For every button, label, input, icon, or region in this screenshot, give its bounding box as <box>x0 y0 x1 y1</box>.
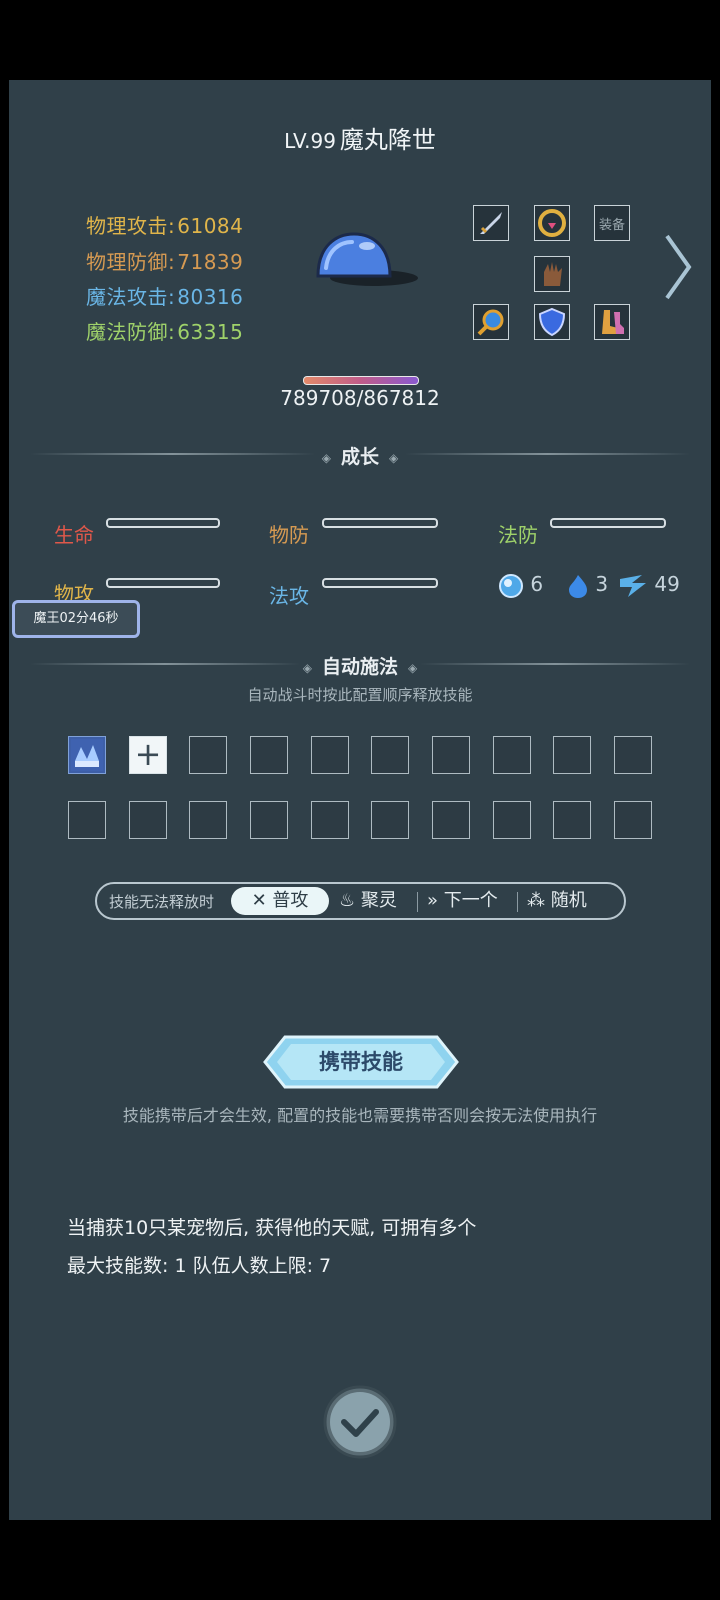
stat-magic-defense: 魔法防御: 63315 <box>86 320 244 344</box>
fallback-option-random[interactable]: ⁂ 随机 <box>527 887 597 915</box>
skill-slot-17[interactable] <box>432 801 470 839</box>
hp-bar <box>303 376 419 385</box>
skill-slot-19[interactable] <box>553 801 591 839</box>
equip-slot-3[interactable]: 装备 <box>594 205 630 241</box>
skill-slot-14[interactable] <box>250 801 288 839</box>
counter-orb: 6 <box>498 572 543 599</box>
growth-hp-bar <box>106 518 220 528</box>
skill-slot-7[interactable] <box>432 736 470 774</box>
growth-pdef-bar <box>322 518 438 528</box>
equip-slot-4[interactable] <box>534 256 570 292</box>
skill-slot-3[interactable] <box>189 736 227 774</box>
growth-mdef-bar <box>550 518 666 528</box>
pet-level: LV.99 <box>284 129 336 153</box>
auto-cast-subtitle: 自动战斗时按此配置顺序释放技能 <box>247 686 473 704</box>
confirm-button[interactable] <box>322 1384 398 1460</box>
stat-physical-defense: 物理防御: 71839 <box>86 250 244 274</box>
skill-slot-11[interactable] <box>68 801 106 839</box>
mirror-icon <box>477 309 504 336</box>
boots-icon <box>602 310 624 334</box>
pet-title: LV.99 魔丸降世 <box>0 120 720 155</box>
fallback-option-next[interactable]: » 下一个 <box>427 887 511 915</box>
flame-icon <box>569 574 587 598</box>
skill-slot-6[interactable] <box>371 736 409 774</box>
shield-icon <box>538 307 566 337</box>
growth-patk-bar <box>106 578 220 588</box>
equip-slot-6[interactable] <box>534 304 570 340</box>
equip-slot-1[interactable] <box>473 205 509 241</box>
growth-hp-label: 生命 <box>54 523 94 547</box>
orb-icon <box>499 573 523 598</box>
next-pet-arrow-icon[interactable] <box>663 232 693 302</box>
skill-slot-9[interactable] <box>553 736 591 774</box>
counter-flame: 3 <box>567 572 608 599</box>
skill-slot-10[interactable] <box>614 736 652 774</box>
equip-slot-5[interactable] <box>473 304 509 340</box>
fallback-label: 技能无法释放时 <box>109 893 215 911</box>
equip-slot-7[interactable] <box>594 304 630 340</box>
skill-slot-1[interactable] <box>68 736 106 774</box>
skill-slot-18[interactable] <box>493 801 531 839</box>
carry-skill-button[interactable]: 携带技能 <box>263 1034 459 1090</box>
growth-mdef-label: 法防 <box>498 523 538 547</box>
skill-slot-8[interactable] <box>493 736 531 774</box>
skill-slot-15[interactable] <box>311 801 349 839</box>
fallback-separator <box>517 892 518 912</box>
boss-timer-badge[interactable]: 魔王02分46秒 <box>12 600 140 638</box>
auto-cast-section-title: ◈ 自动施法 ◈ <box>302 656 418 678</box>
growth-section-title: ◈ 成长 ◈ <box>321 446 399 468</box>
equip-slot-2[interactable] <box>534 205 570 241</box>
sword-icon <box>480 212 502 234</box>
equip-slot-label: 装备 <box>598 217 625 233</box>
wing-icon <box>620 574 646 597</box>
fallback-separator <box>417 892 418 912</box>
gauntlet-icon <box>544 262 562 286</box>
carry-skill-note: 技能携带后才会生效, 配置的技能也需要携带否则会按无法使用执行 <box>122 1106 598 1125</box>
amulet-icon <box>538 209 566 237</box>
growth-matk-bar <box>322 578 438 588</box>
stat-physical-attack: 物理攻击: 61084 <box>86 214 244 238</box>
skill-slot-13[interactable] <box>189 801 227 839</box>
pet-name: 魔丸降世 <box>339 126 436 154</box>
skill-slot-5[interactable] <box>311 736 349 774</box>
fallback-option-gather[interactable]: ♨ 聚灵 <box>339 887 409 915</box>
growth-pdef-label: 物防 <box>269 523 309 547</box>
fallback-selector: 技能无法释放时 ✕ 普攻 ♨ 聚灵 » 下一个 ⁂ 随机 <box>95 882 626 920</box>
limits-info-line: 最大技能数: 1 队伍人数上限: 7 <box>67 1255 332 1277</box>
skill-slot-16[interactable] <box>371 801 409 839</box>
hp-value: 789708/867812 <box>280 386 440 410</box>
talent-info-line: 当捕获10只某宠物后, 获得他的天赋, 可拥有多个 <box>67 1217 477 1239</box>
next-icon: » <box>427 890 439 911</box>
slime-pet-portrait[interactable] <box>312 228 422 290</box>
ice-skill-icon <box>71 739 103 771</box>
stat-magic-attack: 魔法攻击: 80316 <box>86 285 244 309</box>
spirit-icon: ♨ <box>339 890 356 911</box>
fallback-option-normal-attack[interactable]: ✕ 普攻 <box>231 887 329 915</box>
crossed-swords-icon: ✕ <box>251 890 267 911</box>
add-skill-button[interactable]: + <box>129 736 167 774</box>
counter-wing: 49 <box>618 572 680 599</box>
growth-matk-label: 法攻 <box>269 584 309 608</box>
skill-slot-4[interactable] <box>250 736 288 774</box>
random-icon: ⁂ <box>527 890 545 911</box>
skill-slot-20[interactable] <box>614 801 652 839</box>
skill-slot-12[interactable] <box>129 801 167 839</box>
